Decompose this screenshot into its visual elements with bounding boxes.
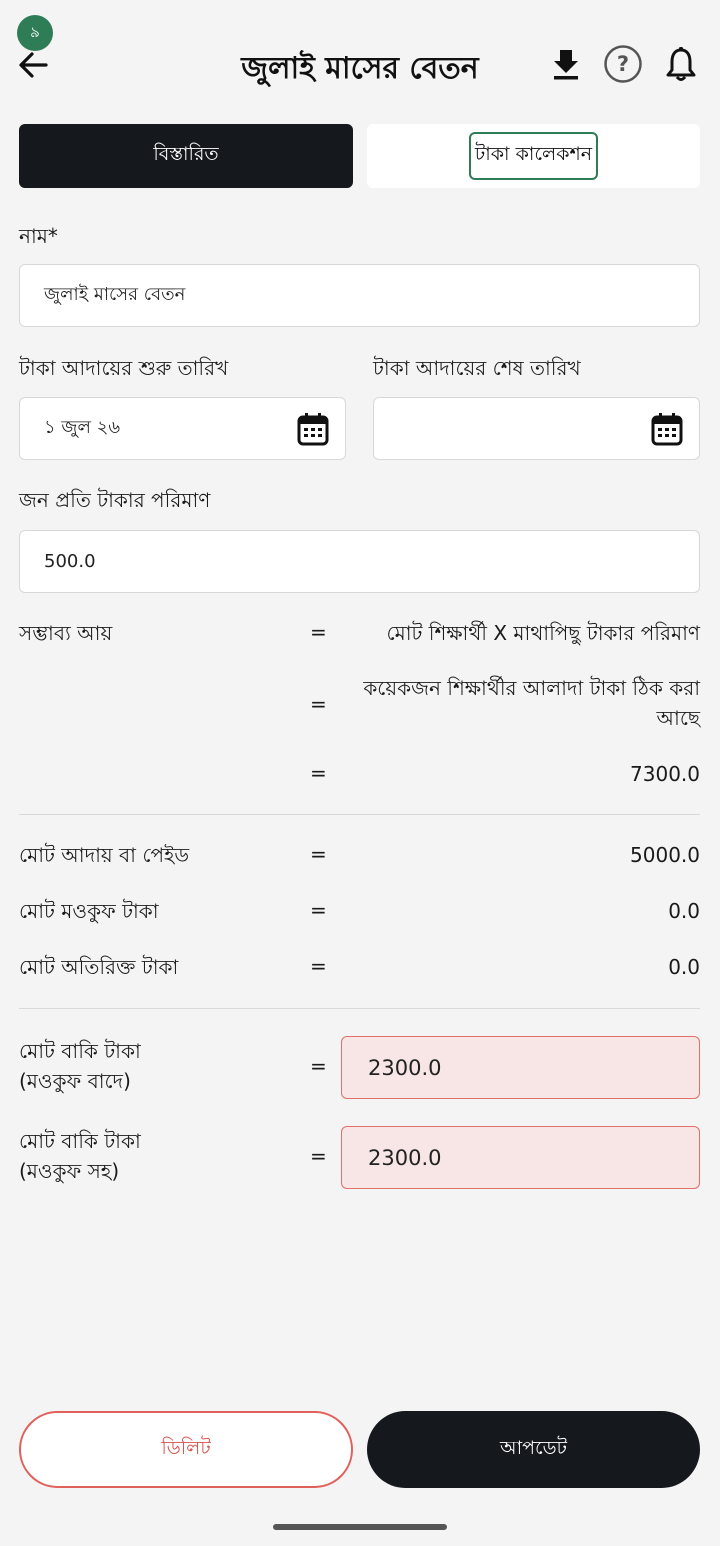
equals-sign: = [310, 898, 327, 922]
equals-sign: = [310, 1144, 327, 1168]
due-excluding-waiver-line2: (মওকুফ বাদে) [19, 1069, 131, 1093]
calendar-icon[interactable] [297, 412, 329, 446]
due-excluding-waiver-line1: মোট বাকি টাকা [19, 1039, 141, 1063]
amount-per-person-value: 500.0 [44, 551, 96, 572]
update-button[interactable]: আপডেট [367, 1411, 700, 1488]
due-excluding-waiver-label: মোট বাকি টাকা (মওকুফ বাদে) [19, 1036, 141, 1096]
due-including-waiver-label: মোট বাকি টাকা (মওকুফ সহ) [19, 1126, 141, 1186]
due-including-waiver-line2: (মওকুফ সহ) [19, 1159, 120, 1183]
equals-sign: = [310, 954, 327, 978]
due-excluding-waiver-amount: 2300.0 [368, 1055, 442, 1080]
equals-sign: = [310, 692, 327, 716]
amount-per-person-input[interactable]: 500.0 [19, 530, 700, 593]
total-waived-value: 0.0 [668, 899, 700, 923]
help-button[interactable]: ? [603, 44, 643, 84]
start-date-value: ১ জুল ২৬ [44, 417, 121, 438]
bell-icon[interactable] [661, 44, 701, 84]
tab-money-collection-label: টাকা কালেকশন [468, 132, 599, 180]
amount-per-person-label: জন প্রতি টাকার পরিমাণ [19, 488, 211, 512]
total-extra-label: মোট অতিরিক্ত টাকা [19, 955, 179, 979]
end-date-label: টাকা আদায়ের শেষ তারিখ [373, 356, 581, 380]
equals-sign: = [310, 842, 327, 866]
delete-button[interactable]: ডিলিট [19, 1411, 353, 1488]
calendar-icon[interactable] [651, 412, 683, 446]
download-icon[interactable] [546, 44, 586, 84]
tab-details-label: বিস্তারিত [153, 143, 219, 165]
due-including-waiver-line1: মোট বাকি টাকা [19, 1129, 141, 1153]
start-date-field[interactable]: ১ জুল ২৬ [19, 397, 346, 460]
back-arrow-icon[interactable] [16, 48, 52, 84]
total-waived-label: মোট মওকুফ টাকা [19, 899, 159, 923]
formula-line-1: মোট শিক্ষার্থী X মাথাপিছু টাকার পরিমাণ [386, 621, 701, 645]
name-label: নাম* [19, 224, 58, 248]
delete-button-label: ডিলিট [161, 1436, 211, 1459]
due-including-waiver-amount: 2300.0 [368, 1145, 442, 1170]
due-excluding-waiver-value: 2300.0 [341, 1036, 700, 1099]
total-paid-label: মোট আদায় বা পেইড [19, 843, 190, 867]
name-input-value: জুলাই মাসের বেতন [44, 284, 186, 305]
equals-sign: = [310, 1054, 327, 1078]
total-extra-value: 0.0 [668, 955, 700, 979]
home-indicator [273, 1524, 447, 1530]
divider [19, 1008, 700, 1009]
total-paid-value: 5000.0 [630, 843, 700, 867]
notification-count-badge: ৯ [17, 15, 53, 51]
tab-details[interactable]: বিস্তারিত [19, 124, 353, 188]
divider [19, 814, 700, 815]
end-date-field[interactable] [373, 397, 700, 460]
due-including-waiver-value: 2300.0 [341, 1126, 700, 1189]
tab-money-collection[interactable]: টাকা কালেকশন [367, 124, 700, 188]
name-input[interactable]: জুলাই মাসের বেতন [19, 264, 700, 327]
equals-sign: = [310, 620, 327, 644]
formula-line-2: কয়েকজন শিক্ষার্থীর আলাদা টাকা ঠিক করা আ… [363, 676, 700, 730]
equals-sign: = [310, 761, 327, 785]
update-button-label: আপডেট [499, 1436, 568, 1459]
page-title: জুলাই মাসের বেতন [241, 51, 479, 86]
possible-income-label: সম্ভাব্য আয় [19, 621, 113, 645]
help-icon-glyph: ? [616, 52, 630, 76]
possible-income-value: 7300.0 [630, 762, 700, 786]
start-date-label: টাকা আদায়ের শুরু তারিখ [19, 356, 229, 380]
